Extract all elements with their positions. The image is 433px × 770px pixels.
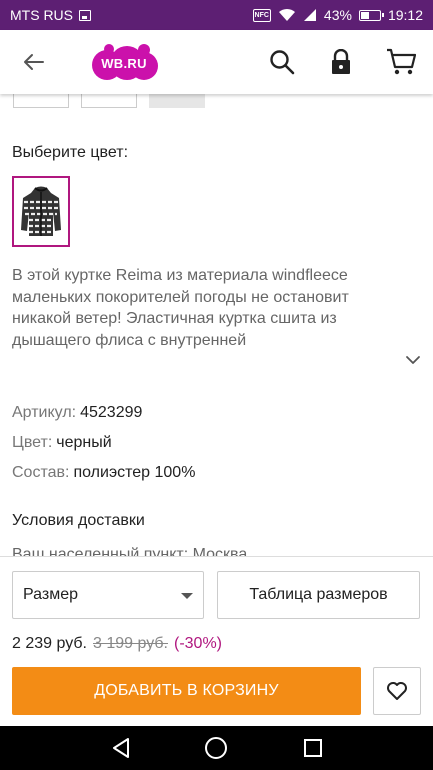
back-triangle-icon xyxy=(113,738,129,758)
spec-color: Цвет: черный xyxy=(12,434,112,452)
delivery-title[interactable]: Условия доставки xyxy=(12,512,145,530)
search-button[interactable] xyxy=(266,46,298,78)
spec-article-value: 4523299 xyxy=(80,404,143,421)
search-icon xyxy=(270,50,295,75)
jacket-thumbnail xyxy=(21,186,61,236)
dropdown-caret-icon xyxy=(181,593,193,599)
nav-recents-button[interactable] xyxy=(301,736,325,760)
back-button[interactable] xyxy=(18,47,48,77)
nfc-icon: NFC xyxy=(252,8,271,22)
size-dropdown-value: Размер xyxy=(23,586,78,603)
favorite-button[interactable] xyxy=(373,667,421,715)
cart-button[interactable] xyxy=(385,46,417,78)
choose-color-label: Выберите цвет: xyxy=(12,144,129,161)
carrier-name: MTS RUS xyxy=(10,7,73,23)
gallery-notification-icon xyxy=(79,9,91,21)
android-nav-bar xyxy=(0,726,433,770)
nav-home-button[interactable] xyxy=(204,736,228,760)
status-right: NFC 43% 19:12 xyxy=(252,7,423,23)
recents-square-icon xyxy=(304,739,322,757)
price-row: 2 239 руб. 3 199 руб. (-30%) xyxy=(12,635,222,653)
product-description: В этой куртке Reima из материала windfle… xyxy=(12,267,349,349)
clock: 19:12 xyxy=(387,7,423,23)
chevron-down-icon[interactable] xyxy=(405,352,421,368)
account-button[interactable] xyxy=(325,46,357,78)
price-current: 2 239 руб. xyxy=(12,635,87,652)
wb-logo[interactable]: WB.RU xyxy=(88,44,160,82)
size-dropdown[interactable]: Размер xyxy=(12,571,204,619)
color-swatch-black[interactable] xyxy=(12,176,70,247)
spec-composition-value: полиэстер 100% xyxy=(73,464,196,481)
battery-percent: 43% xyxy=(323,7,352,23)
purchase-panel: Размер Таблица размеров 2 239 руб. 3 199 … xyxy=(0,556,433,726)
size-option-selected[interactable] xyxy=(149,94,205,108)
price-old: 3 199 руб. xyxy=(93,635,168,652)
product-content[interactable]: Выберите цвет: В этой куртке Reima из ма… xyxy=(0,94,433,556)
back-arrow-icon xyxy=(24,54,44,70)
spec-article-label: Артикул: xyxy=(12,404,77,421)
size-option[interactable] xyxy=(13,94,69,108)
size-table-button[interactable]: Таблица размеров xyxy=(217,571,420,619)
wifi-icon xyxy=(278,8,295,21)
spec-composition-label: Состав: xyxy=(12,464,70,481)
size-option[interactable] xyxy=(81,94,137,108)
spec-color-label: Цвет: xyxy=(12,434,53,451)
status-bar: MTS RUS NFC 43% 19:12 xyxy=(0,0,433,30)
battery-icon xyxy=(358,9,384,21)
carrier-group: MTS RUS xyxy=(10,7,91,23)
nav-back-button[interactable] xyxy=(109,736,133,760)
spec-article: Артикул: 4523299 xyxy=(12,404,142,422)
spec-color-value: черный xyxy=(56,434,112,451)
add-to-cart-button[interactable]: ДОБАВИТЬ В КОРЗИНУ xyxy=(12,667,361,715)
spec-composition: Состав: полиэстер 100% xyxy=(12,464,195,482)
cart-icon xyxy=(387,48,416,75)
heart-icon xyxy=(387,682,407,700)
signal-icon xyxy=(303,9,316,21)
app-header: WB.RU xyxy=(0,30,433,94)
logo-text: WB.RU xyxy=(101,55,147,71)
discount-badge: (-30%) xyxy=(174,635,223,652)
home-circle-icon xyxy=(205,737,227,759)
delivery-location-line: Ваш населенный пункт: Москва xyxy=(12,546,248,556)
lock-icon xyxy=(332,49,350,74)
